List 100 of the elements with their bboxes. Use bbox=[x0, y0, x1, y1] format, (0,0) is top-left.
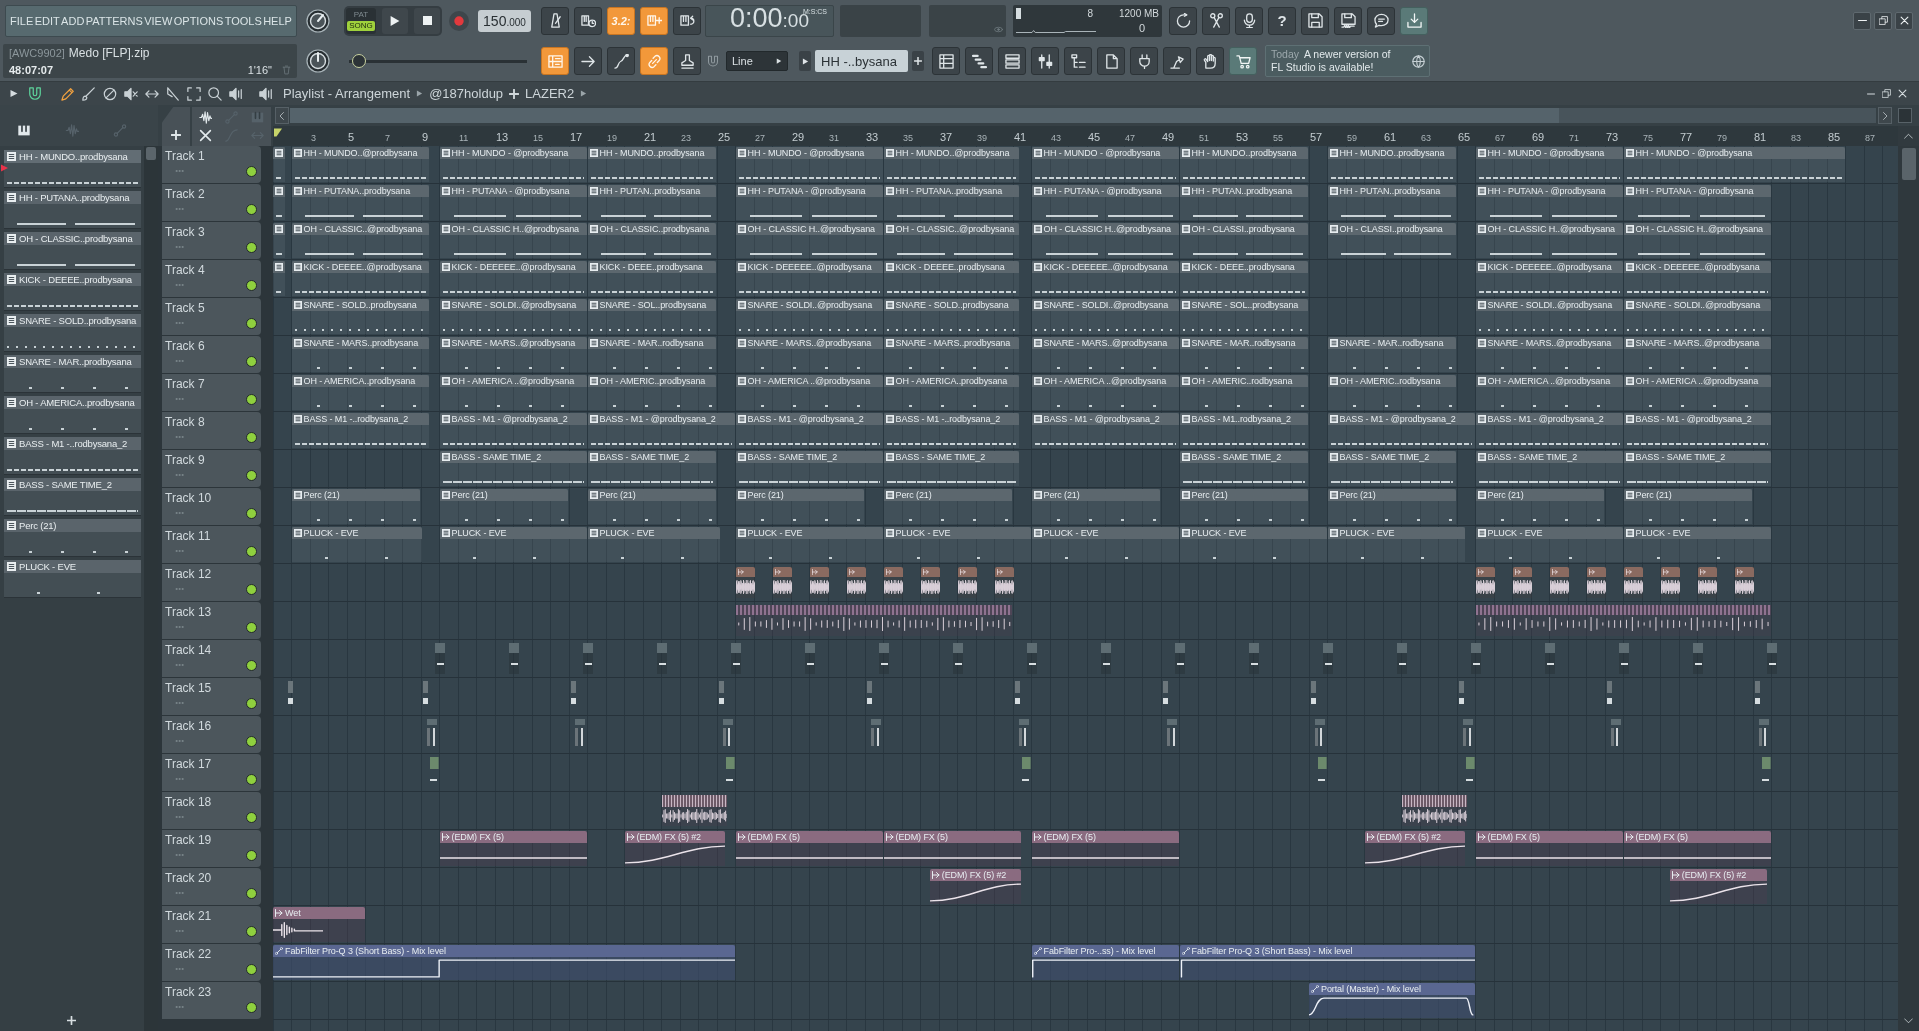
pat-song-switch[interactable]: PAT SONG bbox=[346, 7, 376, 34]
close-button[interactable] bbox=[1895, 11, 1913, 30]
pattern-clip[interactable]: OH - AMERIC..rodbysana bbox=[1179, 375, 1308, 410]
audio-clip[interactable] bbox=[1322, 643, 1333, 674]
minimize-button[interactable] bbox=[1853, 11, 1871, 30]
chevron-down-icon[interactable] bbox=[1904, 1016, 1913, 1025]
pattern-clip[interactable]: KICK - DEEEEE..@prodbysana bbox=[439, 261, 587, 296]
pattern-clip[interactable]: KICK - DEEEEE..@prodbysana bbox=[1475, 261, 1623, 296]
track-header[interactable]: Track 17 bbox=[162, 754, 261, 791]
pattern-clip[interactable]: HH - MUNDO..@prodbysana bbox=[291, 147, 430, 182]
led-icon[interactable] bbox=[246, 356, 257, 367]
led-icon[interactable] bbox=[246, 242, 257, 253]
pattern-clip[interactable]: SNARE - MAR..rodbysana bbox=[1327, 337, 1456, 372]
menu-item[interactable]: FILE bbox=[10, 14, 34, 27]
pattern-clip[interactable]: OH - AMERICA ..@prodbysana bbox=[1475, 375, 1623, 410]
plus-icon[interactable] bbox=[67, 1016, 76, 1025]
pattern-item[interactable]: KICK - DEEEE..prodbysana bbox=[4, 273, 142, 311]
audio-clip[interactable] bbox=[1475, 567, 1495, 598]
track-header[interactable]: Track 9 bbox=[162, 450, 261, 487]
pattern-clip[interactable]: SNARE - MARS..prodbysana bbox=[883, 337, 1020, 372]
pattern-clip[interactable]: PLUCK - EVE bbox=[883, 527, 1031, 562]
menu-item[interactable]: ADD bbox=[61, 14, 85, 27]
audio-clip[interactable] bbox=[1470, 643, 1481, 674]
pattern-item[interactable]: OH - CLASSIC..prodbysana bbox=[4, 232, 142, 270]
pattern-clip[interactable]: OH - AMERICA ..@prodbysana bbox=[439, 375, 587, 410]
pattern-clip[interactable] bbox=[273, 147, 285, 182]
audio-clip[interactable] bbox=[994, 567, 1014, 598]
automation-clip[interactable]: FabFilter Pro-Q 3 (Short Bass) - Mix level bbox=[1179, 945, 1475, 980]
track-header[interactable]: Track 13 bbox=[162, 602, 261, 639]
audio-clip[interactable] bbox=[735, 567, 755, 598]
pattern-clip[interactable]: KICK - DEEEE..@prodbysana bbox=[291, 261, 430, 296]
pattern-clip[interactable]: PLUCK - EVE bbox=[587, 527, 720, 562]
pattern-clip[interactable]: HH - MUNDO..@prodbysana bbox=[883, 147, 1020, 182]
audio-clip[interactable] bbox=[1396, 643, 1407, 674]
audio-clip[interactable]: (EDM) FX (5) bbox=[1031, 831, 1179, 866]
pattern-clip[interactable]: KICK - DEEEEE..@prodbysana bbox=[1623, 261, 1771, 296]
pattern-clip[interactable]: SNARE - MARS..@prodbysana bbox=[735, 337, 883, 372]
play-button[interactable] bbox=[382, 7, 408, 34]
pattern-clip[interactable]: Perc (21) bbox=[587, 489, 716, 524]
led-icon[interactable] bbox=[246, 926, 257, 937]
pattern-clip[interactable] bbox=[273, 223, 285, 258]
track-header[interactable]: Track 18 bbox=[162, 792, 261, 829]
pattern-clip[interactable]: Perc (21) bbox=[735, 489, 864, 524]
pattern-clip[interactable]: OH - CLASSIC H..@prodbysana bbox=[439, 223, 587, 258]
toolbar-button[interactable] bbox=[1202, 6, 1230, 35]
pattern-clip[interactable]: SNARE - MAR..rodbysana bbox=[587, 337, 716, 372]
piano-icon[interactable] bbox=[17, 124, 31, 137]
toolbar-button[interactable] bbox=[965, 47, 993, 75]
audio-clip[interactable] bbox=[809, 567, 829, 598]
news-text[interactable]: A newer version of bbox=[1304, 48, 1391, 61]
add-button[interactable] bbox=[912, 51, 924, 71]
speaker-mute-icon[interactable] bbox=[124, 86, 138, 101]
track-header[interactable]: Track 14 bbox=[162, 640, 261, 677]
pattern-clip[interactable]: SNARE - SOLDI..@prodbysana bbox=[1475, 299, 1623, 334]
audio-clip[interactable] bbox=[508, 643, 519, 674]
pattern-clip[interactable]: SNARE - SOLDI..@prodbysana bbox=[1031, 299, 1179, 334]
audio-clip[interactable] bbox=[878, 643, 889, 674]
toolbar-button[interactable] bbox=[673, 6, 701, 35]
automation-clip[interactable]: FabFilter Pro-Q 3 (Short Bass) - Mix level bbox=[273, 945, 735, 980]
track-header[interactable]: Track 12 bbox=[162, 564, 261, 601]
led-icon[interactable] bbox=[246, 622, 257, 633]
menu-item[interactable]: TOOLS bbox=[224, 14, 262, 27]
breadcrumb-item[interactable]: @187holdup bbox=[429, 86, 504, 101]
add-track-tab[interactable] bbox=[162, 107, 190, 146]
toolbar-button[interactable] bbox=[574, 47, 602, 75]
audio-clip[interactable] bbox=[1512, 567, 1532, 598]
pattern-clip[interactable]: BASS - M1 - @prodbysana_2 bbox=[1031, 413, 1179, 448]
pattern-clip[interactable]: HH - MUNDO..prodbysana bbox=[1327, 147, 1456, 182]
pattern-clip[interactable]: HH - PUTANA - @prodbysana bbox=[1475, 185, 1623, 220]
led-icon[interactable] bbox=[246, 546, 257, 557]
start-marker-icon[interactable] bbox=[274, 128, 282, 137]
audio-clip[interactable] bbox=[772, 567, 792, 598]
pattern-clip[interactable]: OH - AMERICA..prodbysana bbox=[883, 375, 1020, 410]
track-header[interactable]: Track 22 bbox=[162, 944, 261, 981]
audio-clip[interactable]: (EDM) FX (5) bbox=[439, 831, 587, 866]
toolbar-button[interactable] bbox=[1130, 47, 1158, 75]
audio-clip[interactable] bbox=[1623, 567, 1643, 598]
pattern-clip[interactable]: BASS - M1 -..rodbysana_2 bbox=[883, 413, 1020, 448]
pattern-clip[interactable]: SNARE - SOL..prodbysana bbox=[1179, 299, 1308, 334]
pattern-clip[interactable]: BASS - SAME TIME_2 bbox=[439, 451, 587, 486]
pattern-clip[interactable]: Perc (21) bbox=[883, 489, 1012, 524]
pattern-clip[interactable]: OH - CLASSIC H..@prodbysana bbox=[1623, 223, 1771, 258]
pattern-clip[interactable]: HH - MUNDO - @prodbysana bbox=[1623, 147, 1845, 182]
pattern-clip[interactable]: OH - AMERICA ..@prodbysana bbox=[1623, 375, 1771, 410]
audio-clip[interactable]: (EDM) FX (5) bbox=[883, 831, 1022, 866]
pattern-clip[interactable]: PLUCK - EVE bbox=[1031, 527, 1179, 562]
pattern-clip[interactable]: HH - PUTAN..prodbysana bbox=[1179, 185, 1308, 220]
pattern-item[interactable]: Perc (21) bbox=[4, 519, 142, 557]
menu-item[interactable]: VIEW bbox=[144, 14, 173, 27]
pattern-clip[interactable]: Perc (21) bbox=[291, 489, 420, 524]
pattern-clip[interactable]: HH - MUNDO..prodbysana bbox=[1179, 147, 1308, 182]
pattern-clip[interactable]: OH - AMERIC..rodbysana bbox=[1327, 375, 1456, 410]
pattern-clip[interactable]: KICK - DEEEEE..@prodbysana bbox=[735, 261, 883, 296]
audio-clip[interactable] bbox=[730, 643, 741, 674]
pattern-clip[interactable]: HH - MUNDO - @prodbysana bbox=[439, 147, 587, 182]
pattern-clip[interactable]: OH - AMERIC..prodbysana bbox=[587, 375, 716, 410]
pattern-clip[interactable]: Perc (21) bbox=[1179, 489, 1308, 524]
pattern-clip[interactable]: HH - PUTANA - @prodbysana bbox=[1623, 185, 1771, 220]
pattern-clip[interactable]: SNARE - MARS..@prodbysana bbox=[1475, 337, 1623, 372]
audio-clip[interactable] bbox=[1100, 643, 1111, 674]
